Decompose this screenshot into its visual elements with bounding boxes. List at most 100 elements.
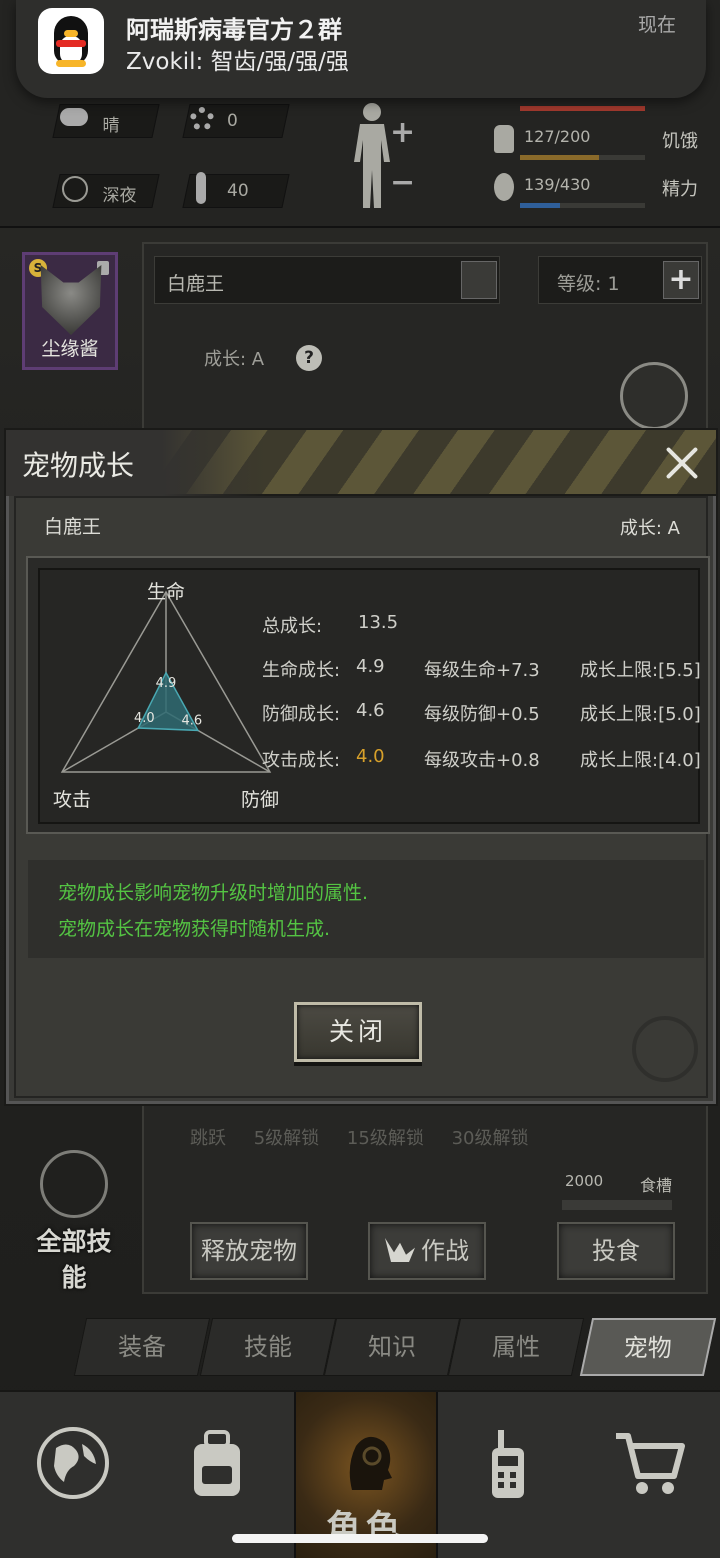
skill-name: 跳跃 xyxy=(190,1128,226,1149)
nav-map[interactable] xyxy=(0,1392,144,1558)
stats-frame: 生命 防御 攻击 4.9 4.6 4.0 总成长: 13.5 生命成长: 4.9 每级生命… xyxy=(26,556,710,834)
walkie-talkie-icon xyxy=(492,1430,524,1498)
notification-message: Zvokil: 智齿/强/强/强 xyxy=(126,49,349,75)
tab-label: 知识 xyxy=(368,1333,416,1361)
hunger-value: 127/200 xyxy=(524,127,591,146)
all-skills-label: 全部技能 xyxy=(36,1227,112,1292)
level-plus-button[interactable]: + xyxy=(663,261,699,299)
thermometer-icon xyxy=(196,172,206,204)
unlock-level-15: 15级解锁 xyxy=(346,1128,424,1149)
health-fill xyxy=(520,106,645,111)
paw-icon[interactable] xyxy=(620,362,688,430)
atk-growth-cap: 成长上限:[4.0] xyxy=(580,750,701,771)
fight-button[interactable]: 作战 xyxy=(368,1222,486,1280)
dialog-title: 宠物成长 xyxy=(22,449,135,482)
section-tabs: 装备 技能 知识 属性 宠物 xyxy=(70,1318,717,1376)
tab-attributes[interactable]: 属性 xyxy=(447,1318,585,1376)
cloud-sun-icon xyxy=(60,108,88,126)
tab-knowledge[interactable]: 知识 xyxy=(323,1318,461,1376)
tab-label: 技能 xyxy=(244,1333,292,1361)
description-line-2: 宠物成长在宠物获得时随机生成. xyxy=(58,918,331,940)
minus-icon[interactable]: − xyxy=(390,165,415,200)
energy-fill xyxy=(520,203,561,208)
dialog-pet-name: 白鹿王 xyxy=(44,516,102,538)
help-icon[interactable]: ? xyxy=(296,345,322,371)
cart-icon xyxy=(616,1433,685,1494)
notification-time: 现在 xyxy=(637,14,676,36)
radiation-icon xyxy=(190,107,214,131)
radar-axis-label-2: 攻击 xyxy=(53,789,91,811)
atk-growth-value: 4.0 xyxy=(356,746,385,767)
hunger-fill xyxy=(520,155,600,160)
qq-penguin-scarf xyxy=(56,40,86,47)
notification-banner[interactable]: 阿瑞斯病毒官方２群 Zvokil: 智齿/强/强/强 现在 xyxy=(16,0,706,98)
trough-bar xyxy=(562,1200,672,1210)
tab-label: 属性 xyxy=(492,1333,540,1361)
hp-growth-label: 生命成长: xyxy=(262,660,341,681)
radar-axis-label-0: 生命 xyxy=(147,581,185,603)
backpack-icon xyxy=(194,1430,240,1496)
temperature-value: 40 xyxy=(227,181,249,201)
unlock-level-5: 5级解锁 xyxy=(253,1128,320,1149)
pet-name-text: 白鹿王 xyxy=(167,273,225,295)
notification-title: 阿瑞斯病毒官方２群 xyxy=(126,16,342,44)
bottom-navigation: 角色 xyxy=(0,1390,720,1558)
character-icon xyxy=(349,1436,392,1490)
feed-button[interactable]: 投食 xyxy=(557,1222,675,1280)
energy-value: 139/430 xyxy=(524,175,591,194)
qq-penguin-feet xyxy=(56,60,86,67)
qq-penguin-beak xyxy=(64,30,78,37)
pet-growth-dialog: 宠物成长 白鹿王 成长: A 生命防御 攻击 4.9 4.6 4.0 总成长: 13.5… xyxy=(4,428,718,1106)
all-skills-button[interactable]: 全部技能 xyxy=(26,1150,122,1294)
health-track xyxy=(520,106,645,111)
globe-icon xyxy=(37,1427,109,1499)
radar-value-label-2: 4.0 xyxy=(134,711,155,726)
qq-penguin-icon xyxy=(38,8,104,74)
stats-panel: 生命 防御 攻击 4.9 4.6 4.0 总成长: 13.5 生命成长: 4.9 每级生命… xyxy=(38,568,701,824)
hp-growth-value: 4.9 xyxy=(356,656,385,677)
total-growth-value: 13.5 xyxy=(358,612,399,633)
tab-skills[interactable]: 技能 xyxy=(199,1318,337,1376)
close-button[interactable]: 关闭 xyxy=(294,1002,422,1062)
unlock-level-30: 30级解锁 xyxy=(451,1128,529,1149)
plus-icon[interactable]: + xyxy=(390,115,415,150)
body-silhouette-icon[interactable] xyxy=(350,100,394,210)
def-growth-value: 4.6 xyxy=(356,700,385,721)
pet-card-name: 尘缘酱 xyxy=(41,338,99,360)
pet-level-text: 等级: 1 xyxy=(557,273,620,295)
home-indicator[interactable] xyxy=(232,1534,488,1543)
lightning-icon xyxy=(494,173,514,201)
total-growth-label: 总成长: xyxy=(262,616,323,637)
trough-value: 2000 xyxy=(565,1172,604,1190)
hp-growth-cap: 成长上限:[5.5] xyxy=(580,660,701,681)
close-icon[interactable] xyxy=(662,442,702,482)
pet-growth-text: 成长: A xyxy=(204,349,265,370)
nav-shop[interactable] xyxy=(576,1392,720,1558)
skill-unlock-row: 跳跃 5级解锁 15级解锁 30级解锁 xyxy=(190,1124,550,1150)
fight-label: 作战 xyxy=(421,1237,469,1265)
dialog-body: 白鹿王 成长: A 生命防御 攻击 4.9 4.6 4.0 总成长: 13.5 生命成长… xyxy=(14,496,710,1098)
pet-card[interactable]: S 尘缘酱 xyxy=(22,252,118,370)
radar-value-label-1: 4.6 xyxy=(182,713,203,728)
tab-pet[interactable]: 宠物 xyxy=(579,1318,717,1376)
pet-level-field: 等级: 1 + xyxy=(538,256,702,304)
hunger-label: 饥饿 xyxy=(662,131,698,152)
tab-equipment[interactable]: 装备 xyxy=(73,1318,211,1376)
atk-per-level: 每级攻击+0.8 xyxy=(424,750,540,771)
radar-axis-label-1: 防御 xyxy=(241,789,279,811)
atk-growth-label: 攻击成长: xyxy=(262,750,341,771)
skill-book-icon xyxy=(40,1150,108,1218)
release-pet-button[interactable]: 释放宠物 xyxy=(190,1222,308,1280)
clock-icon xyxy=(62,176,88,202)
wolf-portrait xyxy=(40,265,102,335)
def-growth-label: 防御成长: xyxy=(262,704,341,725)
stomach-icon xyxy=(494,125,514,153)
pencil-icon[interactable] xyxy=(461,261,497,299)
def-per-level: 每级防御+0.5 xyxy=(424,704,540,725)
pet-name-field[interactable]: 白鹿王 xyxy=(154,256,500,304)
energy-label: 精力 xyxy=(662,179,698,200)
time-of-day-value: 深夜 xyxy=(102,186,137,206)
dialog-growth-grade: 成长: A xyxy=(619,518,680,539)
hunger-track xyxy=(520,155,645,160)
weather-value: 晴 xyxy=(102,116,120,136)
